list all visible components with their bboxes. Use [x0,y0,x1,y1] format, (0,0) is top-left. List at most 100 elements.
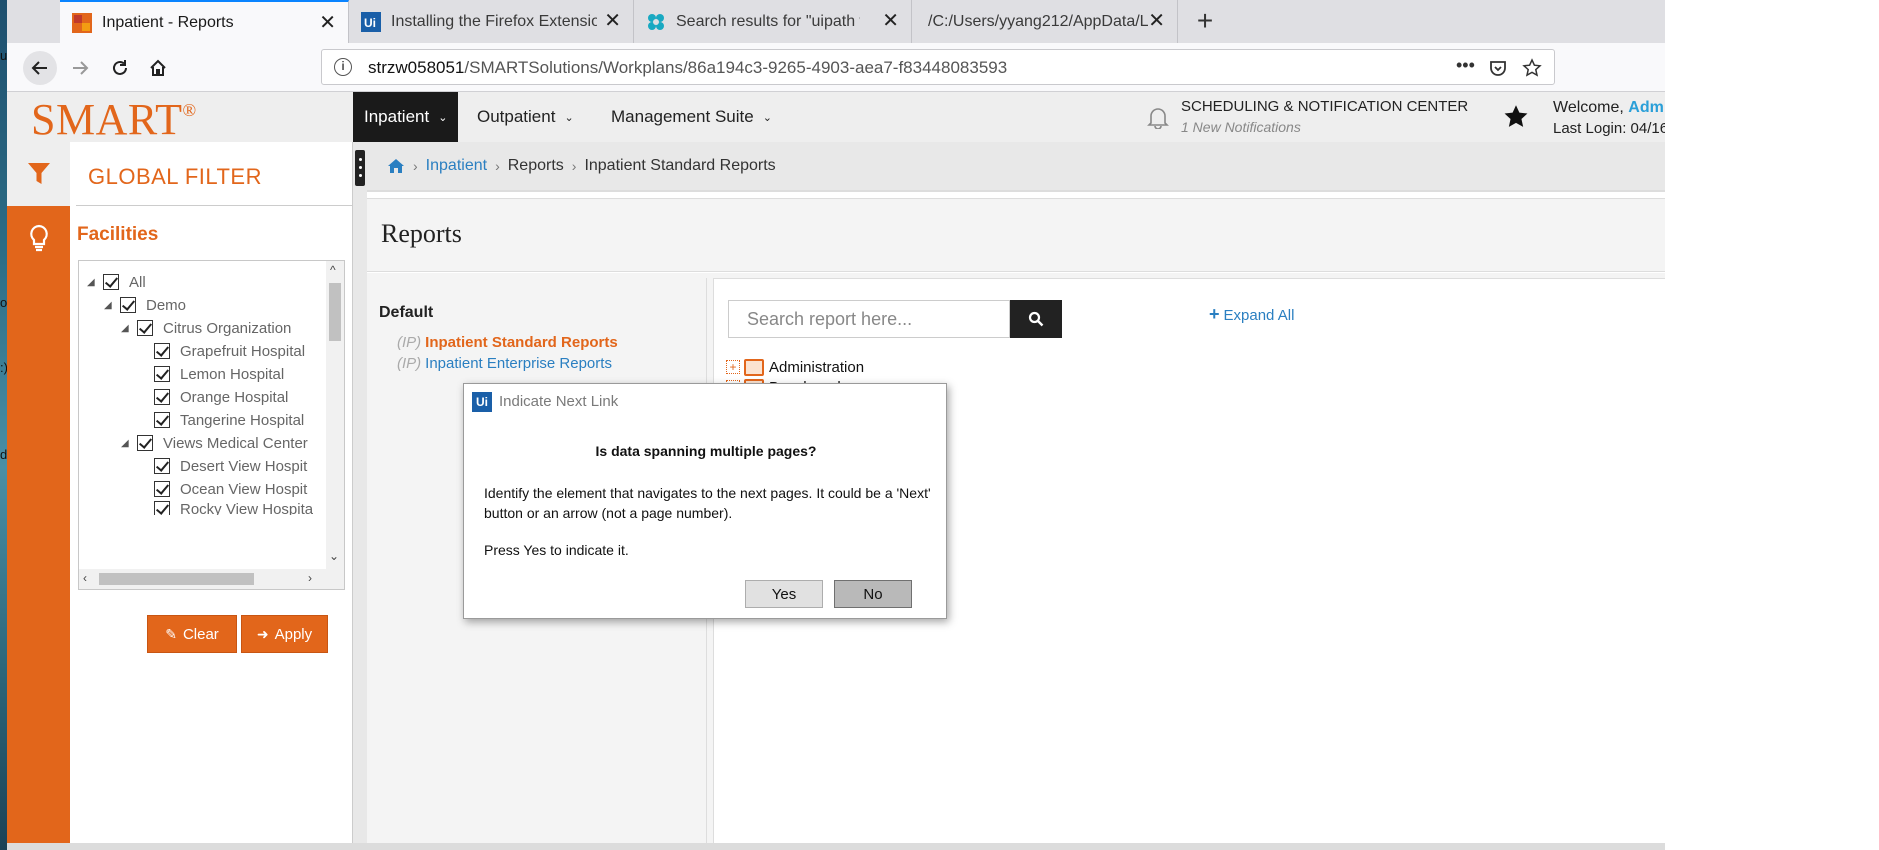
tree-node-grapefruit-hospital[interactable]: Grapefruit Hospital [154,340,305,362]
menu-inpatient[interactable]: Inpatient ⌄ [353,92,459,142]
checkbox[interactable] [103,274,119,290]
smart-favicon-icon [72,12,92,33]
collapse-triangle-icon[interactable]: ◢ [121,438,131,449]
sidebar-rail [7,142,70,850]
breadcrumb: › Inpatient › Reports › Inpatient Standa… [387,157,776,175]
tab-inpatient-reports[interactable]: Inpatient - Reports ✕ [60,0,349,43]
tree-node-demo[interactable]: ◢ Demo [104,294,186,316]
breadcrumb-reports: Reports [507,157,564,174]
checkbox[interactable] [137,320,153,336]
close-tab-icon[interactable]: ✕ [319,13,336,33]
breadcrumb-inpatient[interactable]: Inpatient [426,157,487,175]
expand-all-link[interactable]: + Expand All [1209,304,1294,325]
forward-arrow-icon [73,61,89,75]
group-label: Default [379,304,434,321]
no-button[interactable]: No [834,580,912,608]
user-name-link[interactable]: Adm [1628,99,1664,116]
tree-node-tangerine-hospital[interactable]: Tangerine Hospital [154,409,304,431]
sign-in-icon: ➜ [256,625,269,642]
tree-node-label: Demo [146,296,187,314]
collapse-triangle-icon[interactable]: ◢ [87,277,97,288]
menu-outpatient[interactable]: Outpatient ⌄ [466,92,585,142]
tab-installing-firefox-extension[interactable]: Ui Installing the Firefox Extension ✕ [349,0,634,43]
expand-all-label: Expand All [1223,307,1295,324]
close-tab-icon[interactable]: ✕ [604,11,621,31]
expand-node-icon[interactable]: + [726,360,740,374]
checkbox[interactable] [154,343,170,359]
tab-local-file[interactable]: /C:/Users/yyang212/AppData/Loca ✕ [912,0,1178,43]
new-tab-button[interactable]: + [1190,7,1220,37]
dialog-instruction: Press Yes to indicate it. [484,542,629,558]
checkbox[interactable] [154,458,170,474]
tree-node-all[interactable]: ◢ All [87,271,146,293]
favorites-star-icon[interactable] [1503,104,1529,130]
site-info-icon[interactable]: i [334,58,352,76]
notification-count[interactable]: 1 New Notifications [1181,119,1301,135]
tree-node-orange-hospital[interactable]: Orange Hospital [154,386,288,408]
scroll-up-icon[interactable]: ^ [330,263,336,277]
tree-node-label: Orange Hospital [180,388,289,406]
facilities-tree[interactable]: ◢ All ◢ Demo ◢ Citrus Organization Grapefru… [78,260,345,590]
vertical-scrollbar[interactable]: ^ ⌄ [326,261,344,569]
close-tab-icon[interactable]: ✕ [1148,11,1165,31]
home-button[interactable] [141,51,175,85]
tree-node-rocky-view-hospital[interactable]: Rocky View Hospita [154,501,313,515]
scroll-left-icon[interactable]: ‹ [83,571,87,585]
checkbox[interactable] [154,389,170,405]
report-link-standard[interactable]: (IP) Inpatient Standard Reports [397,334,618,351]
report-link-enterprise[interactable]: (IP) Inpatient Enterprise Reports [397,355,612,372]
apply-button[interactable]: ➜ Apply [241,615,328,653]
report-name: Inpatient Enterprise Reports [425,355,612,372]
home-icon [150,59,166,76]
search-report-input[interactable]: Search report here... [728,300,1010,338]
scrollbar-thumb[interactable] [99,573,254,585]
splitter-handle[interactable] [355,150,365,186]
scroll-right-icon[interactable]: › [308,571,312,585]
home-icon[interactable] [387,158,405,174]
tab-title: Inpatient - Reports [102,13,234,31]
divider [76,205,352,206]
address-bar[interactable]: i strzw058051/SMARTSolutions/Workplans/8… [321,49,1555,85]
plus-icon: + [1209,304,1220,324]
tab-title: /C:/Users/yyang212/AppData/Loca [928,12,1148,30]
reload-button[interactable] [103,51,137,85]
checkbox[interactable] [154,412,170,428]
yes-button[interactable]: Yes [745,580,823,608]
tree-node-administration[interactable]: + Administration [726,356,864,378]
pocket-icon[interactable] [1488,58,1508,78]
forward-button[interactable] [63,51,97,85]
tree-node-views-medical-center[interactable]: ◢ Views Medical Center [121,432,308,454]
page-actions-icon[interactable]: ••• [1456,55,1475,76]
close-tab-icon[interactable]: ✕ [882,11,899,31]
notification-center-link[interactable]: SCHEDULING & NOTIFICATION CENTER [1181,98,1468,115]
horizontal-scrollbar[interactable]: ‹ › [79,569,344,589]
bookmark-star-icon[interactable] [1522,58,1542,78]
panel-splitter[interactable] [352,142,367,850]
window-bottom-edge [7,843,1665,850]
insights-tab[interactable] [7,206,70,270]
report-prefix: (IP) [397,334,422,351]
tree-node-desert-view-hospital[interactable]: Desert View Hospit [154,455,307,477]
scrollbar-thumb[interactable] [329,283,341,341]
checkbox[interactable] [137,435,153,451]
tree-node-lemon-hospital[interactable]: Lemon Hospital [154,363,284,385]
search-button[interactable] [1010,300,1062,338]
tree-node-citrus-organization[interactable]: ◢ Citrus Organization [121,317,291,339]
back-button[interactable] [23,51,57,85]
breadcrumb-current: Inpatient Standard Reports [584,157,776,174]
collapse-triangle-icon[interactable]: ◢ [104,300,114,311]
checkbox[interactable] [154,501,170,515]
bell-icon[interactable] [1147,105,1169,129]
clear-button[interactable]: ✎ Clear [147,615,237,653]
checkbox[interactable] [154,481,170,497]
checkbox[interactable] [154,366,170,382]
smart-logo[interactable]: SMART® [31,94,197,145]
global-filter-tab[interactable] [7,142,70,206]
tree-node-ocean-view-hospital[interactable]: Ocean View Hospit [154,478,307,500]
collapse-triangle-icon[interactable]: ◢ [121,323,131,334]
menu-management-suite[interactable]: Management Suite ⌄ [600,92,783,142]
checkbox[interactable] [120,297,136,313]
tab-search-results[interactable]: Search results for "uipath web a ✕ [634,0,912,43]
svg-text:Ui: Ui [364,16,376,30]
scroll-down-icon[interactable]: ⌄ [329,549,339,563]
